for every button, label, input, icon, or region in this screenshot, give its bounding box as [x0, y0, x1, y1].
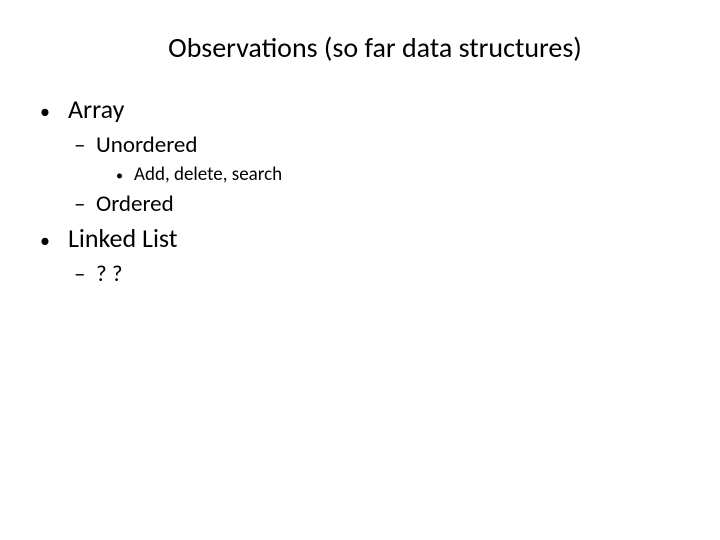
- subbullet-unordered-text: Unordered: [96, 131, 197, 159]
- dash-bullet-icon: –: [74, 131, 96, 159]
- subsubbullet-text: Add, delete, search: [134, 163, 282, 186]
- subsubbullet-add-delete-search: •Add, delete, search: [116, 163, 680, 186]
- subbullet-ordered: –Ordered: [74, 190, 680, 218]
- dash-bullet-icon: –: [74, 190, 96, 218]
- bullet-array: •Array: [40, 93, 680, 125]
- slide-title: Observations (so far data structures): [90, 30, 660, 65]
- subbullet-question-text: ? ?: [96, 260, 123, 288]
- subbullet-ordered-text: Ordered: [96, 190, 174, 218]
- disc-bullet-icon: •: [116, 167, 134, 184]
- dash-bullet-icon: –: [74, 260, 96, 288]
- subbullet-question: –? ?: [74, 260, 680, 288]
- bullet-array-text: Array: [68, 93, 124, 125]
- disc-bullet-icon: •: [40, 229, 68, 253]
- disc-bullet-icon: •: [40, 100, 68, 124]
- bullet-linked-list: •Linked List: [40, 222, 680, 254]
- bullet-linked-list-text: Linked List: [68, 222, 178, 254]
- subbullet-unordered: –Unordered: [74, 131, 680, 159]
